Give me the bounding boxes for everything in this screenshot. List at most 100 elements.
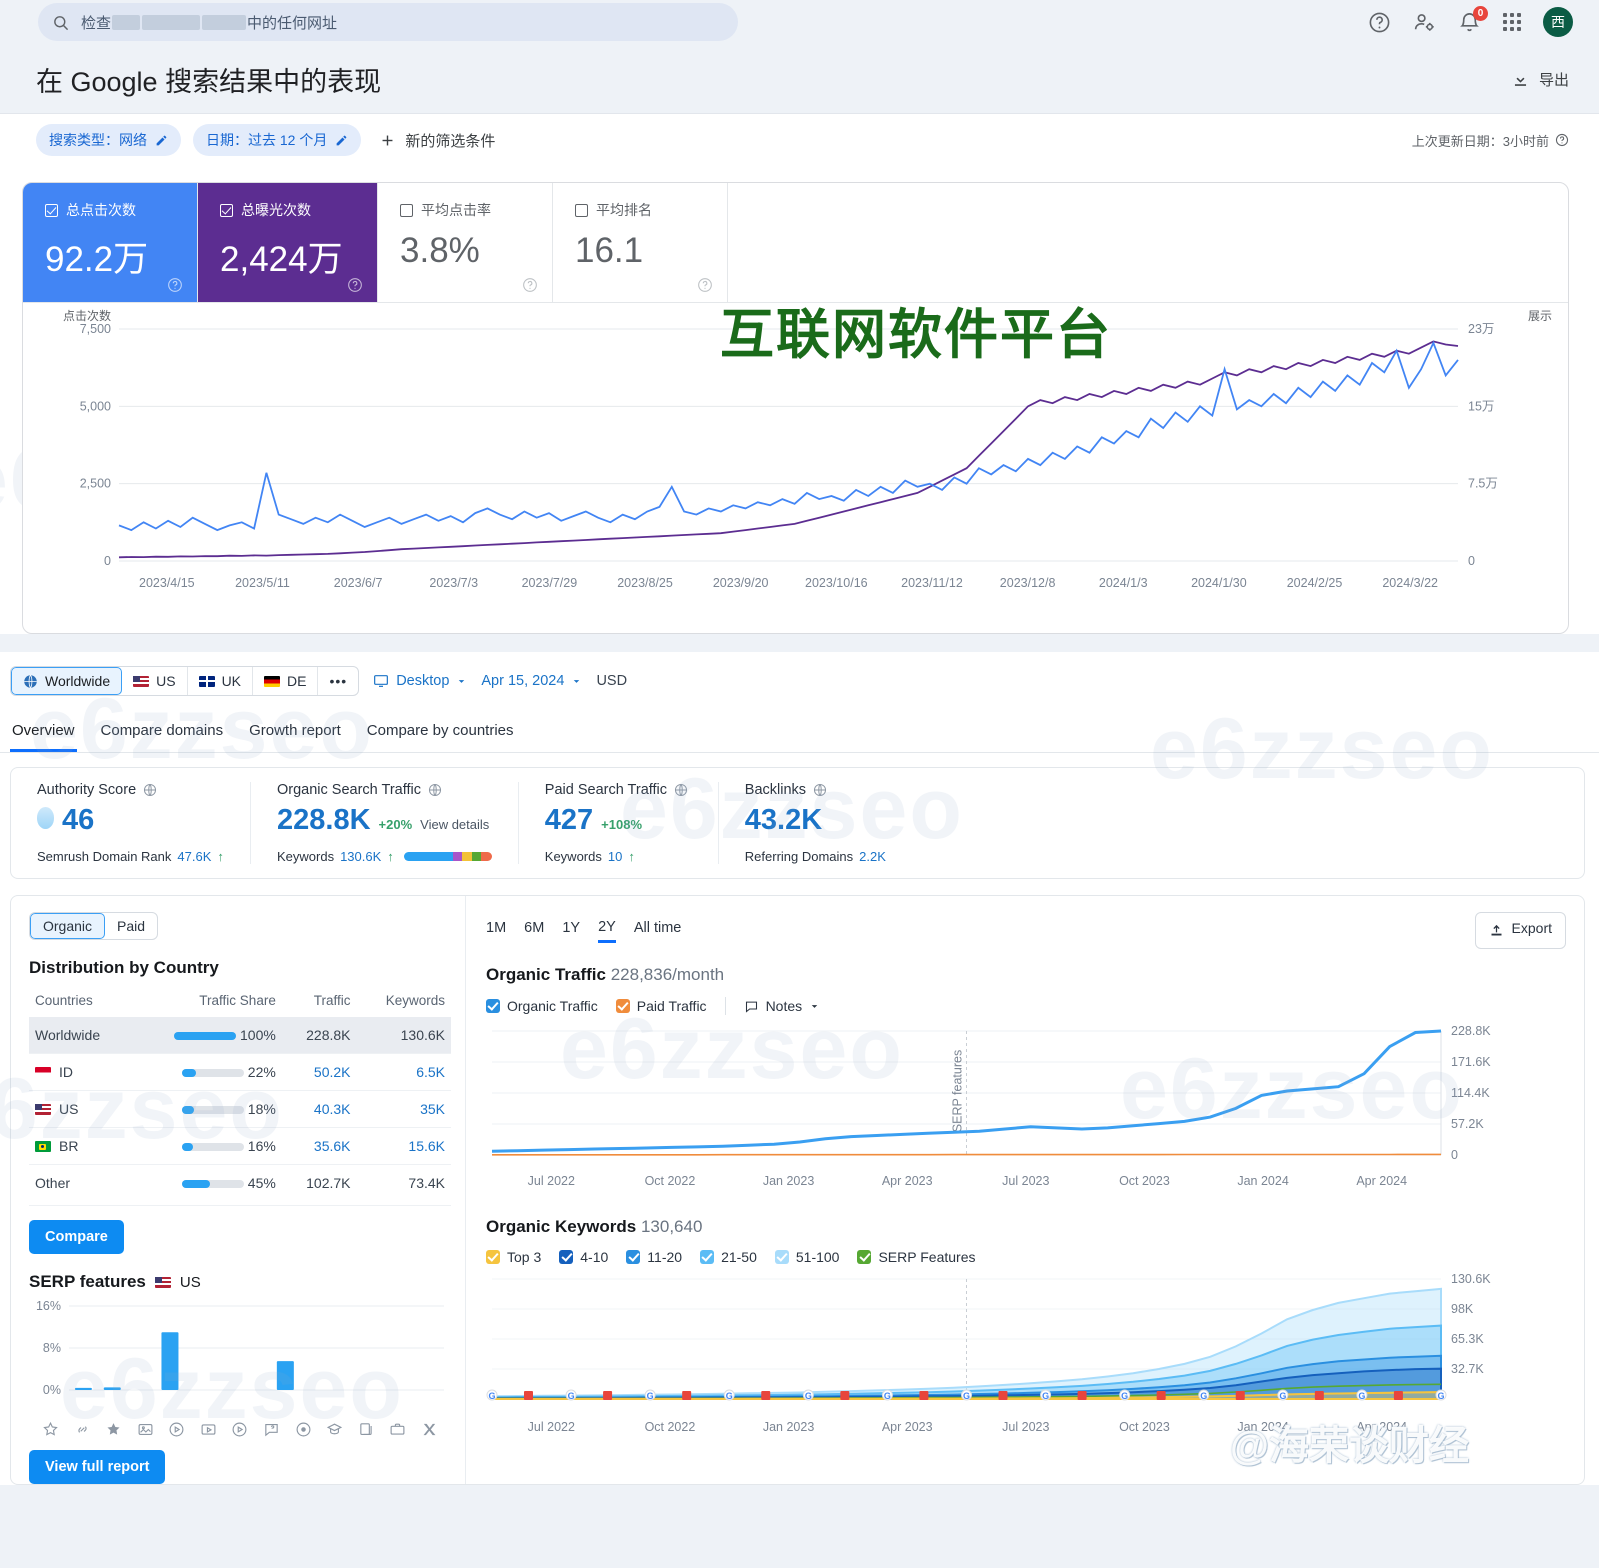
cell-traffic[interactable]: 40.3K	[281, 1090, 357, 1128]
legend-serp-features[interactable]: SERP Features	[857, 1249, 975, 1265]
svg-text:SERP features: SERP features	[951, 1050, 965, 1132]
cell-keywords[interactable]: 15.6K	[356, 1127, 451, 1165]
legend-4-10[interactable]: 4-10	[559, 1249, 608, 1265]
col-keywords: Keywords	[385, 993, 445, 1008]
knowledge-panel-icon[interactable]	[326, 1421, 343, 1438]
image-pack-icon[interactable]	[137, 1421, 154, 1438]
device-selector[interactable]: Desktop	[373, 673, 467, 689]
cell-keywords[interactable]: 6.5K	[356, 1053, 451, 1091]
organic-traffic-chart[interactable]: 0 57.2K 114.4K 171.6K 228.8K SERP features Jul…	[486, 1023, 1546, 1198]
period-2y[interactable]: 2Y	[598, 919, 616, 943]
jobs-icon[interactable]	[389, 1421, 406, 1438]
table-row[interactable]: BR 16% 35.6K 15.6K	[29, 1127, 451, 1165]
metric-card-average-position[interactable]: 平均排名 16.1	[553, 183, 728, 302]
related-searches-icon[interactable]	[358, 1421, 375, 1438]
help-icon[interactable]	[347, 277, 363, 293]
info-icon[interactable]	[674, 783, 688, 797]
toggle-paid[interactable]: Paid	[105, 913, 157, 939]
kpi-delta: +108%	[601, 817, 643, 832]
country-more-button[interactable]: •••	[318, 667, 358, 695]
info-icon[interactable]	[143, 783, 157, 797]
serp-features-title-row: SERP features US	[29, 1272, 451, 1292]
table-row[interactable]: US 18% 40.3K 35K	[29, 1090, 451, 1128]
view-details-link[interactable]: View details	[420, 817, 489, 832]
legend-swatch	[486, 1250, 500, 1264]
metric-card-average-ctr[interactable]: 平均点击率 3.8%	[378, 183, 553, 302]
filter-chip-date[interactable]: 日期：过去 12 个月	[193, 124, 362, 156]
help-icon[interactable]	[1555, 133, 1569, 147]
legend-paid-traffic[interactable]: Paid Traffic	[615, 998, 707, 1014]
date-selector[interactable]: Apr 15, 2024	[481, 673, 582, 689]
sitelinks-icon[interactable]	[74, 1421, 91, 1438]
country-us[interactable]: US	[122, 667, 188, 695]
country-uk[interactable]: UK	[188, 667, 254, 695]
legend-organic-traffic[interactable]: Organic Traffic	[486, 998, 598, 1014]
help-icon[interactable]	[522, 277, 538, 293]
reviews-icon[interactable]	[105, 1421, 122, 1438]
kpi-subtext: Keywords 130.6K ↑	[277, 849, 492, 864]
faq-icon[interactable]	[263, 1421, 280, 1438]
twitter-x-icon[interactable]	[421, 1421, 438, 1438]
period-all-time[interactable]: All time	[634, 920, 682, 941]
svg-text:5,000: 5,000	[80, 399, 111, 413]
table-row[interactable]: Other 45% 102.7K 73.4K	[29, 1164, 451, 1201]
avatar[interactable]: 西	[1543, 7, 1573, 37]
notifications-icon[interactable]: 0	[1458, 5, 1488, 34]
info-icon[interactable]	[813, 783, 827, 797]
checkbox[interactable]	[45, 203, 58, 217]
local-pack-icon[interactable]	[295, 1421, 312, 1438]
checkbox[interactable]	[220, 203, 233, 217]
tab-compare-domains[interactable]: Compare domains	[99, 716, 226, 752]
add-filter-button[interactable]: 新的筛选条件	[379, 130, 495, 151]
checkbox[interactable]	[575, 203, 588, 217]
info-icon[interactable]	[428, 783, 442, 797]
view-full-report-button[interactable]: View full report	[29, 1450, 166, 1484]
period-6m[interactable]: 6M	[524, 920, 544, 941]
video-carousel-icon[interactable]	[200, 1421, 217, 1438]
help-icon[interactable]	[167, 277, 183, 293]
legend-11-20[interactable]: 11-20	[626, 1249, 682, 1265]
cell-traffic[interactable]: 35.6K	[281, 1127, 357, 1165]
video-icon[interactable]	[168, 1421, 185, 1438]
search-input[interactable]: 检查 中的任何网址	[38, 3, 738, 41]
table-row[interactable]: ID 22% 50.2K 6.5K	[29, 1053, 451, 1091]
period-1m[interactable]: 1M	[486, 920, 506, 941]
cell-keywords[interactable]: 35K	[356, 1090, 451, 1128]
tab-compare-by-countries[interactable]: Compare by countries	[365, 716, 516, 752]
metric-card-total-impressions[interactable]: 总曝光次数 2,424万	[198, 183, 378, 302]
tab-growth-report[interactable]: Growth report	[247, 716, 343, 752]
video-preview-icon[interactable]	[231, 1421, 248, 1438]
notes-toggle[interactable]: Notes	[744, 998, 821, 1014]
table-row[interactable]: Worldwide 100% 228.8K 130.6K	[29, 1017, 451, 1054]
svg-text:G: G	[726, 1391, 733, 1401]
featured-snippet-icon[interactable]	[42, 1421, 59, 1438]
svg-text:171.6K: 171.6K	[1451, 1055, 1491, 1069]
legend-51-100[interactable]: 51-100	[774, 1249, 839, 1265]
checkbox[interactable]	[400, 203, 413, 217]
flag-br-icon	[35, 1141, 51, 1152]
chart-y-axis-title: 点击次数	[63, 309, 112, 323]
cell-traffic[interactable]: 50.2K	[281, 1053, 357, 1091]
filter-chip-search-type[interactable]: 搜索类型：网络	[36, 124, 181, 156]
country-de[interactable]: DE	[253, 667, 319, 695]
help-icon[interactable]	[1368, 11, 1391, 34]
help-icon[interactable]	[697, 277, 713, 293]
period-1y[interactable]: 1Y	[562, 920, 580, 941]
account-settings-icon[interactable]	[1413, 11, 1436, 34]
kpi-value: 228.8K	[277, 804, 371, 836]
cell-keywords: 73.4K	[356, 1164, 451, 1201]
metric-card-total-clicks[interactable]: 总点击次数 92.2万	[23, 183, 198, 302]
legend-top-3[interactable]: Top 3	[486, 1249, 541, 1265]
svg-text:2023/12/8: 2023/12/8	[1000, 576, 1056, 590]
toggle-organic[interactable]: Organic	[30, 913, 106, 939]
export-button[interactable]: Export	[1474, 912, 1566, 949]
compare-button[interactable]: Compare	[29, 1220, 124, 1254]
serp-features-bar-chart: 0% 8% 16%	[36, 1299, 444, 1397]
svg-text:G: G	[488, 1391, 495, 1401]
export-button[interactable]: 导出	[1511, 69, 1569, 90]
country-worldwide[interactable]: Worldwide	[11, 667, 123, 695]
legend-21-50[interactable]: 21-50	[700, 1249, 757, 1265]
apps-grid-icon[interactable]	[1503, 13, 1521, 31]
tab-overview[interactable]: Overview	[10, 716, 77, 752]
svg-text:2023/4/15: 2023/4/15	[139, 576, 195, 590]
